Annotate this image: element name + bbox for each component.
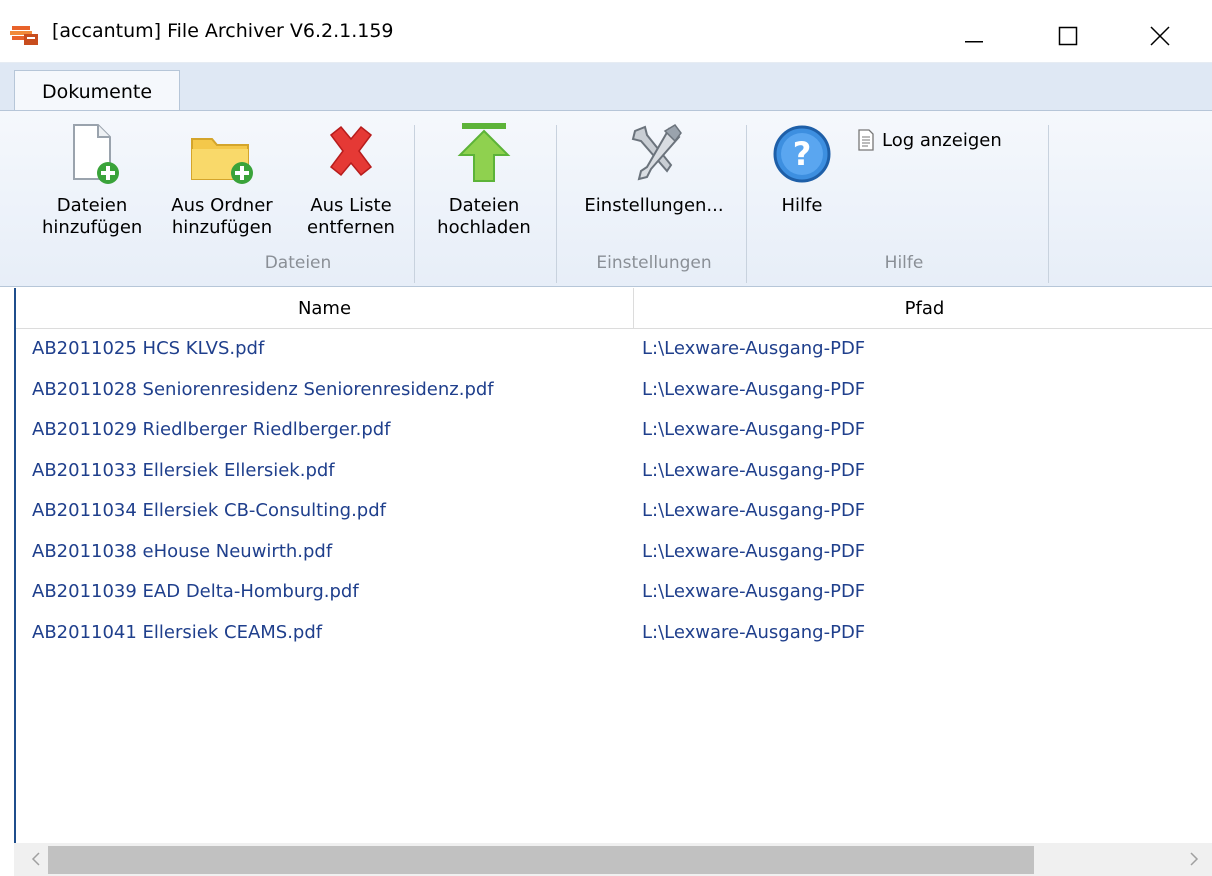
cell-path: L:\Lexware-Ausgang-PDF [642,621,866,643]
settings-label: Einstellungen... [584,195,724,216]
cell-path: L:\Lexware-Ausgang-PDF [642,419,866,440]
main-window: [accantum] File Archiver V6.2.1.159 Doku… [0,0,1212,876]
ribbon: Dateien hinzufügen Aus Ordner hinzufügen [0,110,1212,287]
remove-from-list-button[interactable]: Aus Liste entfernen [296,121,406,239]
tab-dokumente[interactable]: Dokumente [14,70,180,113]
ribbon-tabstrip: Dokumente [0,62,1212,113]
window-title: [accantum] File Archiver V6.2.1.159 [52,20,394,42]
add-folder-label: Aus Ordner hinzufügen [171,195,273,238]
add-files-label: Dateien hinzufügen [42,195,143,238]
cell-name: AB2011034 Ellersiek CB-Consulting.pdf [32,500,386,521]
cell-name: AB2011039 EAD Delta-Homburg.pdf [32,581,359,602]
help-button[interactable]: ? Hilfe [762,121,842,217]
cell-name: AB2011038 eHouse Neuwirth.pdf [32,540,333,562]
column-header-path[interactable]: Pfad [635,288,1212,329]
minimize-icon [965,41,983,43]
help-label: Hilfe [781,195,823,216]
maximize-icon [1058,26,1078,46]
cell-path: L:\Lexware-Ausgang-PDF [642,459,866,481]
table-row[interactable]: AB2011025 HCS KLVS.pdf L:\Lexware-Ausgan… [16,329,1212,370]
chevron-left-icon[interactable] [26,849,46,869]
table-row[interactable]: AB2011034 Ellersiek CB-Consulting.pdf L:… [16,491,1212,532]
minimize-button[interactable] [946,14,1002,58]
file-list: Name Pfad AB2011025 HCS KLVS.pdf L:\Lexw… [14,288,1212,876]
upload-files-button[interactable]: Dateien hochladen [428,121,540,239]
green-up-arrow-icon [452,121,516,187]
upload-label: Dateien hochladen [437,195,531,238]
group-separator [746,125,747,283]
table-row[interactable]: AB2011029 Riedlberger Riedlberger.pdf L:… [16,410,1212,451]
tools-icon [621,121,687,187]
table-row[interactable]: AB2011041 Ellersiek CEAMS.pdf L:\Lexware… [16,613,1212,654]
column-header-name[interactable]: Name [16,288,634,329]
group-separator [1048,125,1049,283]
document-icon [858,129,874,151]
cell-path: L:\Lexware-Ausgang-PDF [642,378,866,400]
settings-button[interactable]: Einstellungen... [574,121,734,217]
cell-path: L:\Lexware-Ausgang-PDF [642,581,866,602]
new-document-icon [62,121,122,187]
add-files-button[interactable]: Dateien hinzufügen [42,121,142,239]
table-row[interactable]: AB2011039 EAD Delta-Homburg.pdf L:\Lexwa… [16,572,1212,613]
cell-name: AB2011025 HCS KLVS.pdf [32,338,265,359]
title-bar: [accantum] File Archiver V6.2.1.159 [0,0,1212,62]
cell-path: L:\Lexware-Ausgang-PDF [642,500,866,521]
scrollbar-thumb[interactable] [48,846,1034,874]
cell-name: AB2011033 Ellersiek Ellersiek.pdf [32,459,335,481]
cell-name: AB2011028 Seniorenresidenz Seniorenresid… [32,378,494,400]
new-folder-icon [188,121,256,187]
show-log-button[interactable]: Log anzeigen [856,129,1002,151]
cell-name: AB2011029 Riedlberger Riedlberger.pdf [32,419,391,440]
table-body: AB2011025 HCS KLVS.pdf L:\Lexware-Ausgan… [16,329,1212,653]
close-icon [1150,26,1170,46]
stack-icon [10,22,40,46]
add-folder-button[interactable]: Aus Ordner hinzufügen [160,121,284,239]
cell-name: AB2011041 Ellersiek CEAMS.pdf [32,621,323,643]
group-label-help: Hilfe [884,253,924,273]
close-button[interactable] [1132,14,1188,58]
group-label-files: Dateien [264,253,332,273]
table-row[interactable]: AB2011033 Ellersiek Ellersiek.pdf L:\Lex… [16,451,1212,492]
cell-path: L:\Lexware-Ausgang-PDF [642,338,866,359]
help-icon: ? [769,121,835,187]
remove-label: Aus Liste entfernen [307,195,395,238]
group-separator [556,125,557,283]
horizontal-scrollbar[interactable] [14,843,1212,876]
table-row[interactable]: AB2011028 Seniorenresidenz Seniorenresid… [16,370,1212,411]
table-header: Name Pfad [16,288,1212,329]
table-row[interactable]: AB2011038 eHouse Neuwirth.pdf L:\Lexware… [16,532,1212,573]
log-label: Log anzeigen [882,129,1002,151]
maximize-button[interactable] [1040,14,1096,58]
cell-path: L:\Lexware-Ausgang-PDF [642,540,866,562]
chevron-right-icon[interactable] [1184,849,1204,869]
svg-text:?: ? [793,135,812,173]
red-x-icon [321,121,381,187]
group-label-settings: Einstellungen [596,253,712,273]
